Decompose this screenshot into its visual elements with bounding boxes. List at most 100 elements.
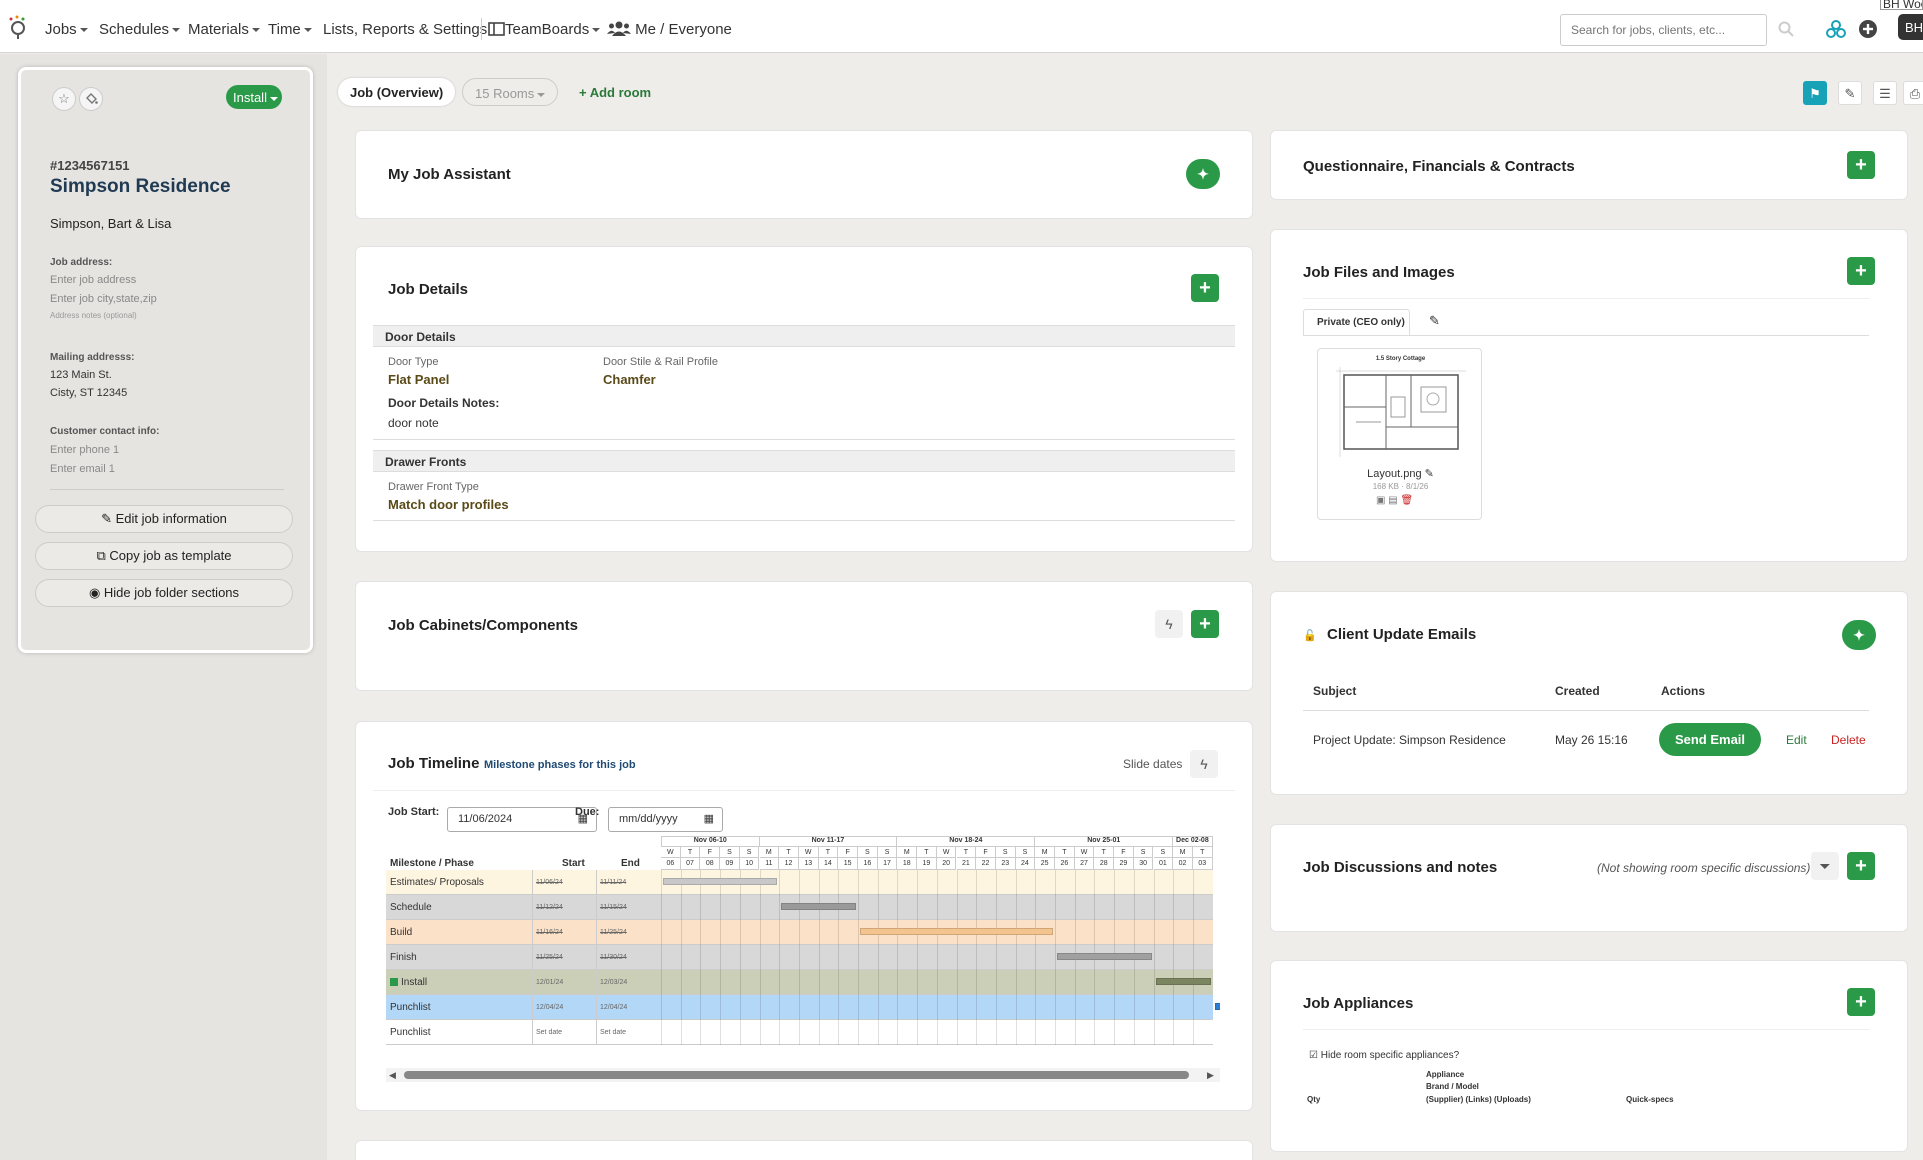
job-city-field[interactable]: Enter job city,state,zip bbox=[50, 293, 157, 305]
gantt-day-cell[interactable] bbox=[680, 895, 701, 920]
gallery-icon[interactable]: ▣ bbox=[1376, 495, 1385, 506]
gantt-day-cell[interactable] bbox=[956, 1020, 977, 1045]
gantt-day-cell[interactable] bbox=[720, 1020, 740, 1045]
gantt-day-cell[interactable] bbox=[1094, 895, 1114, 920]
gantt-day-cell[interactable] bbox=[1055, 970, 1075, 995]
gantt-day-cell[interactable] bbox=[1153, 1020, 1174, 1045]
gantt-day-cell[interactable] bbox=[917, 1020, 937, 1045]
gantt-day-cell[interactable] bbox=[1114, 995, 1134, 1020]
gantt-day-cell[interactable] bbox=[976, 1020, 996, 1045]
gantt-row-label[interactable]: Punchlist bbox=[390, 1002, 431, 1013]
gantt-day-cell[interactable] bbox=[1074, 970, 1095, 995]
gantt-day-cell[interactable] bbox=[936, 870, 957, 895]
gantt-day-cell[interactable] bbox=[1035, 970, 1055, 995]
gantt-day-cell[interactable] bbox=[661, 945, 681, 970]
gantt-day-cell[interactable] bbox=[995, 945, 1016, 970]
edit-email-link[interactable]: Edit bbox=[1786, 733, 1807, 747]
gantt-day-cell[interactable] bbox=[995, 995, 1016, 1020]
gantt-day-cell[interactable] bbox=[1114, 970, 1134, 995]
gantt-day-cell[interactable] bbox=[739, 995, 760, 1020]
gantt-day-cell[interactable] bbox=[1192, 895, 1213, 920]
mailing-line-2[interactable]: Cisty, ST 12345 bbox=[50, 387, 127, 399]
send-email-button[interactable]: Send Email bbox=[1659, 723, 1761, 756]
gantt-day-cell[interactable] bbox=[798, 920, 819, 945]
filter-button[interactable]: ⏷ bbox=[1811, 852, 1839, 880]
gantt-day-cell[interactable] bbox=[838, 870, 858, 895]
gantt-day-cell[interactable] bbox=[700, 920, 720, 945]
gantt-day-cell[interactable] bbox=[976, 995, 996, 1020]
gantt-day-cell[interactable] bbox=[700, 970, 720, 995]
gantt-day-cell[interactable] bbox=[1055, 870, 1075, 895]
nav-time[interactable]: Time bbox=[268, 21, 312, 38]
gantt-day-cell[interactable] bbox=[720, 895, 740, 920]
gantt-day-cell[interactable] bbox=[818, 970, 839, 995]
gantt-day-cell[interactable] bbox=[877, 895, 898, 920]
nav-teamboards[interactable]: TeamBoards bbox=[488, 21, 601, 38]
slide-dates-link[interactable]: Slide dates bbox=[1123, 757, 1182, 771]
gantt-row-start[interactable]: 11/16/24 bbox=[536, 929, 563, 936]
gantt-day-cell[interactable] bbox=[936, 945, 957, 970]
gantt-day-cell[interactable] bbox=[739, 920, 760, 945]
gantt-scrollbar[interactable]: ◀ ▶ bbox=[386, 1068, 1220, 1082]
gantt-day-cell[interactable] bbox=[1094, 1020, 1114, 1045]
gantt-day-cell[interactable] bbox=[897, 1020, 917, 1045]
gantt-day-cell[interactable] bbox=[917, 995, 937, 1020]
gantt-day-cell[interactable] bbox=[897, 870, 917, 895]
edit-job-button[interactable]: ✎ Edit job information bbox=[35, 505, 293, 533]
gantt-day-cell[interactable] bbox=[877, 1020, 898, 1045]
add-file-button[interactable]: + bbox=[1847, 257, 1875, 285]
gantt-row-end[interactable]: 11/25/24 bbox=[600, 929, 627, 936]
gantt-day-cell[interactable] bbox=[798, 970, 819, 995]
gantt-day-cell[interactable] bbox=[995, 870, 1016, 895]
gantt-day-cell[interactable] bbox=[700, 995, 720, 1020]
gantt-day-cell[interactable] bbox=[739, 945, 760, 970]
gantt-day-cell[interactable] bbox=[779, 920, 799, 945]
gantt-day-cell[interactable] bbox=[1133, 895, 1154, 920]
gantt-day-cell[interactable] bbox=[976, 870, 996, 895]
gantt-day-cell[interactable] bbox=[936, 995, 957, 1020]
gantt-day-cell[interactable] bbox=[720, 920, 740, 945]
gantt-day-cell[interactable] bbox=[1015, 995, 1036, 1020]
gantt-day-cell[interactable] bbox=[858, 870, 878, 895]
gantt-day-cell[interactable] bbox=[858, 1020, 878, 1045]
gantt-row-end[interactable]: 12/04/24 bbox=[600, 1004, 627, 1011]
gantt-day-cell[interactable] bbox=[720, 945, 740, 970]
gantt-row[interactable]: Punchlist Set date Set date bbox=[386, 1020, 1213, 1045]
gantt-day-cell[interactable] bbox=[818, 870, 839, 895]
gantt-day-cell[interactable] bbox=[995, 895, 1016, 920]
gantt-day-cell[interactable] bbox=[838, 970, 858, 995]
gantt-day-cell[interactable] bbox=[1173, 995, 1193, 1020]
gantt-day-cell[interactable] bbox=[1055, 1020, 1075, 1045]
add-detail-button[interactable]: + bbox=[1191, 274, 1219, 302]
gantt-day-cell[interactable] bbox=[818, 945, 839, 970]
gantt-day-cell[interactable] bbox=[1153, 895, 1174, 920]
gantt-day-cell[interactable] bbox=[739, 1020, 760, 1045]
gantt-row-start[interactable]: 11/12/24 bbox=[536, 904, 563, 911]
gantt-day-cell[interactable] bbox=[858, 895, 878, 920]
gantt-row-start[interactable]: 11/25/24 bbox=[536, 954, 563, 961]
nav-jobs[interactable]: Jobs bbox=[45, 21, 88, 38]
pencil-icon[interactable]: ✎ bbox=[1429, 313, 1440, 329]
gantt-day-cell[interactable] bbox=[1094, 870, 1114, 895]
quick-action-button[interactable]: ϟ bbox=[1155, 610, 1183, 638]
gantt-day-cell[interactable] bbox=[858, 945, 878, 970]
due-date-input[interactable]: mm/dd/yyyy ▦ bbox=[608, 807, 723, 832]
add-cabinet-button[interactable]: + bbox=[1191, 610, 1219, 638]
gantt-day-cell[interactable] bbox=[897, 945, 917, 970]
gantt-bar[interactable] bbox=[860, 928, 1053, 935]
scroll-left-icon[interactable]: ◀ bbox=[389, 1070, 396, 1081]
gantt-day-cell[interactable] bbox=[1133, 970, 1154, 995]
gantt-day-cell[interactable] bbox=[936, 1020, 957, 1045]
gantt-day-cell[interactable] bbox=[1192, 920, 1213, 945]
gantt-day-cell[interactable] bbox=[1173, 1020, 1193, 1045]
gantt-day-cell[interactable] bbox=[680, 920, 701, 945]
gantt-day-cell[interactable] bbox=[976, 895, 996, 920]
app-logo-icon[interactable] bbox=[5, 14, 31, 40]
gantt-day-cell[interactable] bbox=[995, 1020, 1016, 1045]
gantt-day-cell[interactable] bbox=[1192, 995, 1213, 1020]
add-questionnaire-button[interactable]: + bbox=[1847, 151, 1875, 179]
gantt-row-label[interactable]: Punchlist bbox=[390, 1027, 431, 1038]
gantt-day-cell[interactable] bbox=[995, 970, 1016, 995]
gantt-day-cell[interactable] bbox=[956, 870, 977, 895]
gantt-day-cell[interactable] bbox=[1074, 920, 1095, 945]
